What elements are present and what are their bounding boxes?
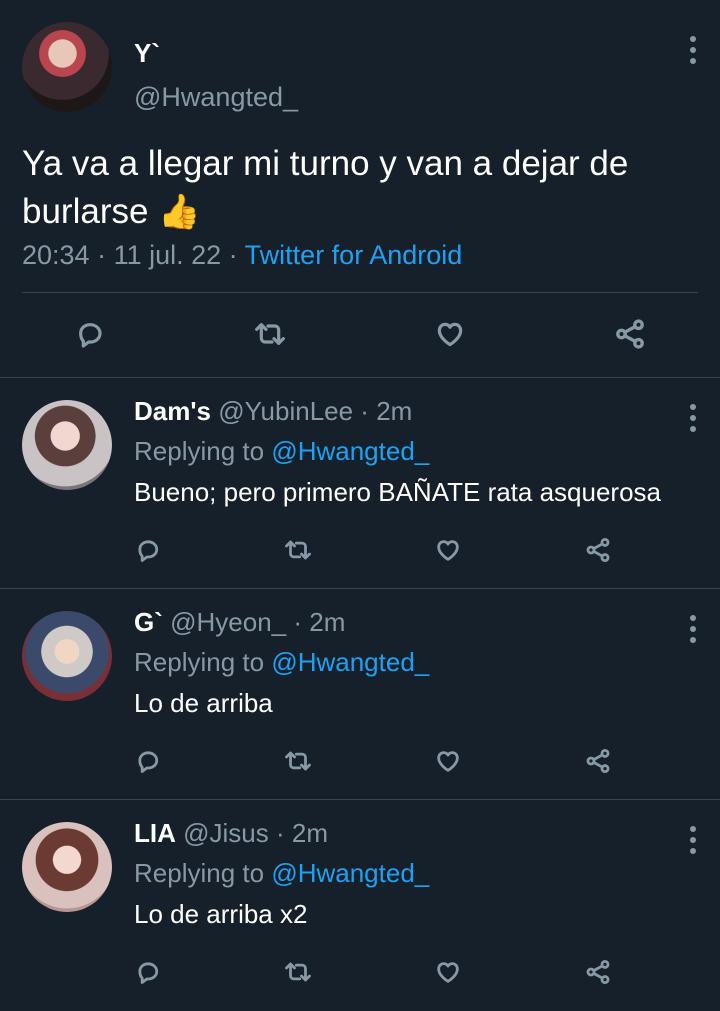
share-button[interactable]: [578, 741, 618, 781]
tweet-source-link[interactable]: Twitter for Android: [245, 240, 463, 270]
reply-header: G` @Hyeon_ · 2m: [134, 607, 345, 638]
replying-to: Replying to @Hwangted_: [134, 647, 429, 678]
tweet-meta: 20:34 · 11 jul. 22 · Twitter for Android: [22, 240, 462, 271]
like-icon: [437, 751, 459, 772]
reply-actions: [128, 741, 618, 781]
more-options-icon[interactable]: [688, 615, 698, 648]
main-tweet: Y` @Hwangted_ Ya va a llegar mi turno y …: [0, 0, 720, 378]
reply-time: 2m: [291, 818, 328, 848]
replying-to: Replying to @Hwangted_: [134, 858, 429, 889]
author-handle[interactable]: @Hwangted_: [134, 82, 298, 113]
replying-to-link[interactable]: @Hwangted_: [271, 647, 429, 677]
retweet-icon: [285, 751, 311, 771]
avatar[interactable]: [22, 22, 112, 112]
like-icon: [437, 962, 459, 983]
share-icon: [586, 959, 610, 985]
meta-separator: ·: [268, 818, 292, 848]
meta-separator: ·: [286, 607, 310, 637]
like-icon: [437, 322, 463, 347]
reply-icon: [138, 962, 159, 984]
meta-separator: ·: [221, 240, 245, 270]
retweet-icon: [255, 323, 285, 345]
more-options-icon[interactable]: [688, 826, 698, 859]
like-icon: [437, 540, 459, 561]
avatar[interactable]: [22, 611, 112, 701]
reply-author-handle[interactable]: @YubinLee: [218, 396, 353, 426]
reply-author-name[interactable]: Dam's: [134, 396, 211, 426]
thumbs-up-emoji: 👍: [158, 193, 201, 231]
tweet-date: 11 jul. 22: [113, 240, 222, 270]
share-button[interactable]: [578, 952, 618, 992]
divider: [22, 292, 698, 293]
meta-separator: ·: [89, 240, 114, 270]
retweet-button[interactable]: [278, 530, 318, 570]
replying-prefix: Replying to: [134, 647, 272, 677]
meta-separator: ·: [353, 396, 377, 426]
replying-prefix: Replying to: [134, 858, 272, 888]
replying-prefix: Replying to: [134, 436, 272, 466]
reply-header: Dam's @YubinLee · 2m: [134, 396, 412, 427]
retweet-icon: [285, 962, 311, 982]
reply-button[interactable]: [128, 530, 168, 570]
avatar[interactable]: [22, 822, 112, 912]
share-icon: [586, 748, 610, 774]
reply-time: 2m: [376, 396, 413, 426]
like-button[interactable]: [428, 741, 468, 781]
like-button[interactable]: [428, 952, 468, 992]
avatar[interactable]: [22, 400, 112, 490]
share-button[interactable]: [610, 314, 650, 354]
more-options-icon[interactable]: [688, 36, 698, 69]
tweet-text-content: Ya va a llegar mi turno y van a dejar de…: [22, 144, 629, 231]
reply-icon: [138, 540, 159, 562]
reply-author-handle[interactable]: @Hyeon_: [170, 607, 286, 637]
reply-author-name[interactable]: G`: [134, 607, 163, 637]
replying-to: Replying to @Hwangted_: [134, 436, 429, 467]
reply-author-handle[interactable]: @Jisus: [183, 818, 269, 848]
share-button[interactable]: [578, 530, 618, 570]
author-name[interactable]: Y`: [134, 38, 160, 69]
tweet-text: Ya va a llegar mi turno y van a dejar de…: [22, 140, 702, 236]
tweet-time: 20:34: [22, 240, 90, 270]
reply-author-name[interactable]: LIA: [134, 818, 176, 848]
reply-actions: [128, 530, 618, 570]
retweet-button[interactable]: [250, 314, 290, 354]
retweet-button[interactable]: [278, 952, 318, 992]
reply-text: Lo de arriba: [134, 688, 273, 718]
like-button[interactable]: [428, 530, 468, 570]
replying-to-link[interactable]: @Hwangted_: [271, 436, 429, 466]
share-icon: [586, 537, 610, 563]
reply-button[interactable]: [128, 741, 168, 781]
share-icon: [616, 319, 644, 349]
reply-tweet[interactable]: Dam's @YubinLee · 2m Replying to @Hwangt…: [0, 378, 720, 589]
retweet-button[interactable]: [278, 741, 318, 781]
reply-text: Bueno; pero primero BAÑATE rata asqueros…: [134, 477, 662, 507]
reply-actions: [128, 952, 618, 992]
reply-button[interactable]: [128, 952, 168, 992]
reply-header: LIA @Jisus · 2m: [134, 818, 328, 849]
reply-time: 2m: [309, 607, 346, 637]
retweet-icon: [285, 540, 311, 560]
reply-tweet[interactable]: LIA @Jisus · 2m Replying to @Hwangted_ L…: [0, 800, 720, 1011]
like-button[interactable]: [430, 314, 470, 354]
reply-tweet[interactable]: G` @Hyeon_ · 2m Replying to @Hwangted_ L…: [0, 589, 720, 800]
tweet-actions: [70, 314, 650, 354]
reply-icon: [138, 751, 159, 773]
reply-text: Lo de arriba x2: [134, 899, 308, 929]
reply-button[interactable]: [70, 314, 110, 354]
reply-icon: [79, 323, 102, 348]
more-options-icon[interactable]: [688, 404, 698, 437]
replying-to-link[interactable]: @Hwangted_: [271, 858, 429, 888]
